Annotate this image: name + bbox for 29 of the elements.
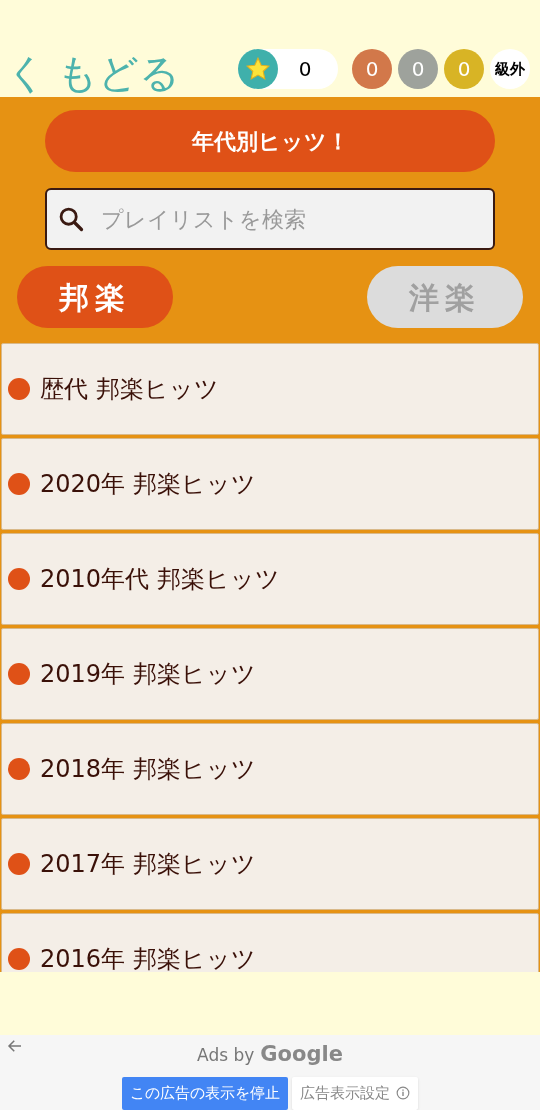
playlist-title: 歴代 邦楽ヒッツ	[40, 374, 219, 405]
medal-counter: 0	[398, 49, 438, 89]
playlist-title: 2017年 邦楽ヒッツ	[40, 849, 256, 880]
search-icon	[57, 205, 85, 233]
rank-badge: 級外	[490, 49, 530, 89]
medal-counter: 0	[352, 49, 392, 89]
ad-settings-button[interactable]: 広告表示設定	[292, 1076, 418, 1110]
stop-ad-button[interactable]: この広告の表示を停止	[122, 1076, 288, 1110]
playlist-row[interactable]: 2018年 邦楽ヒッツ	[1, 723, 539, 815]
playlist-title: 2010年代 邦楽ヒッツ	[40, 564, 280, 595]
playlist-title: 2019年 邦楽ヒッツ	[40, 659, 256, 690]
brand-wordmark: Google	[260, 1041, 343, 1068]
playlist-title: 2018年 邦楽ヒッツ	[40, 754, 256, 785]
star-counter: 0	[238, 49, 338, 89]
search-field[interactable]: プレイリストを検索	[45, 188, 495, 250]
playlist-row[interactable]: 2020年 邦楽ヒッツ	[1, 438, 539, 530]
tab[interactable]: 邦楽	[17, 266, 173, 328]
playlist-title: 2016年 邦楽ヒッツ	[40, 944, 256, 972]
medal-counter: 0	[444, 49, 484, 89]
playlist-row[interactable]: 2010年代 邦楽ヒッツ	[1, 533, 539, 625]
playlist-title: 2020年 邦楽ヒッツ	[40, 469, 256, 500]
playlist-row[interactable]: 2017年 邦楽ヒッツ	[1, 818, 539, 910]
info-icon	[396, 1086, 410, 1100]
playlist-row[interactable]: 2019年 邦楽ヒッツ	[1, 628, 539, 720]
playlist-row[interactable]: 2016年 邦楽ヒッツ	[1, 913, 539, 972]
title-button[interactable]: 年代別ヒッツ！	[45, 110, 495, 172]
ad-attribution: Ads by	[197, 1044, 255, 1067]
playlist-row[interactable]: 歴代 邦楽ヒッツ	[1, 343, 539, 435]
back-arrow-icon[interactable]	[6, 1037, 24, 1055]
